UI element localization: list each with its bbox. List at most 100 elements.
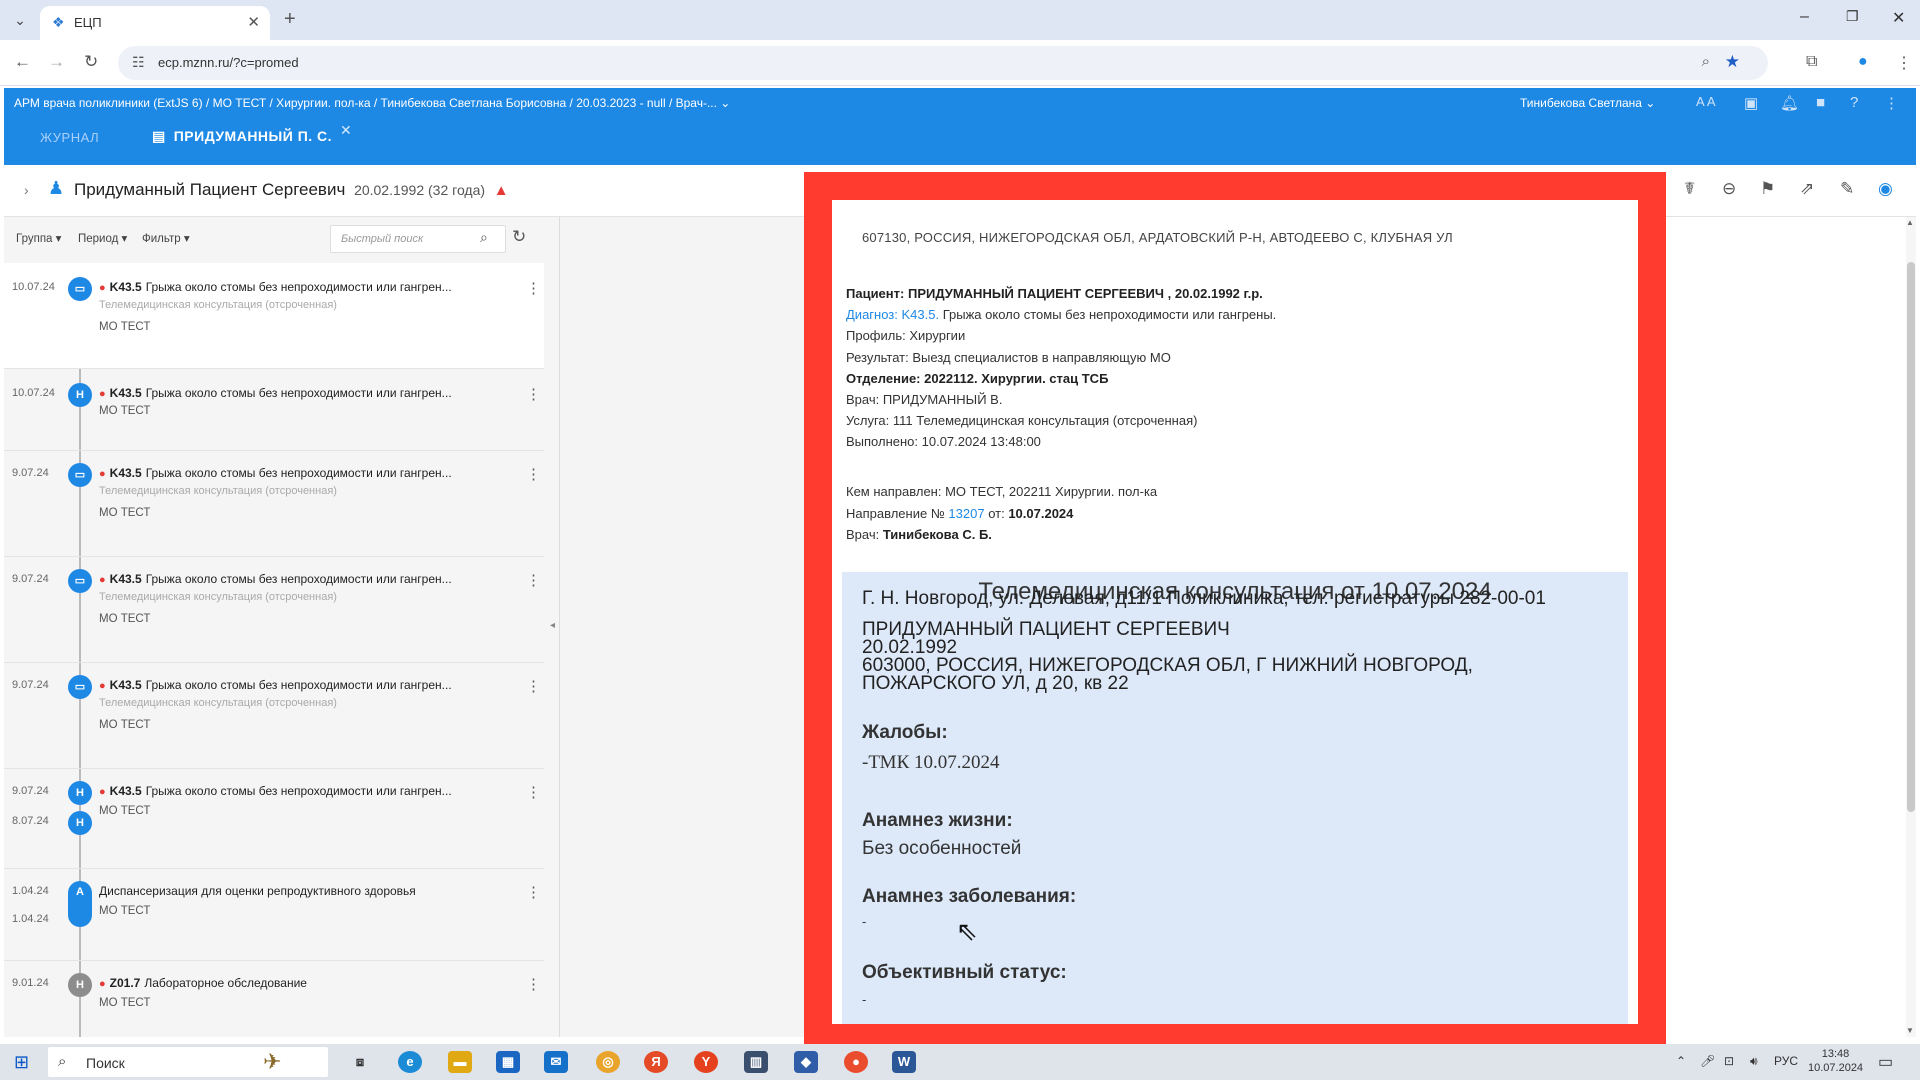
calculator-icon[interactable]: ▥: [744, 1051, 768, 1073]
alert-dot-icon: ●: [99, 978, 106, 990]
list-item[interactable]: 9.01.24 H ● Z01.7 Лабораторное обследовани…: [4, 961, 544, 1037]
volume-icon[interactable]: 🔊︎: [1750, 1054, 1758, 1069]
scroll-up-arrow-icon[interactable]: ▲: [1906, 218, 1914, 227]
extensions-icon[interactable]: ⧉: [1806, 53, 1817, 71]
user-menu[interactable]: Тинибекова Светлана ⌄: [1520, 96, 1655, 110]
browser-tab[interactable]: ❖ ЕЦП ✕: [40, 6, 270, 40]
restore-icon[interactable]: ❐: [1846, 8, 1859, 25]
windows-start-icon[interactable]: ⊞: [14, 1052, 29, 1073]
list-item[interactable]: 9.07.24 ▭ ● K43.5 Грыжа около стомы без не…: [4, 451, 544, 557]
notifications-icon[interactable]: ▭: [1878, 1052, 1893, 1072]
entry-menu-icon[interactable]: ⋮: [526, 571, 541, 589]
forward-icon[interactable]: →: [48, 52, 65, 72]
chrome-icon[interactable]: ◎: [596, 1051, 620, 1073]
browser-menu-icon[interactable]: ⋮: [1896, 53, 1912, 73]
site-info-icon[interactable]: ☷: [132, 54, 145, 71]
tab-patient[interactable]: ▤ ПРИДУМАННЫЙ П. С.: [152, 128, 332, 145]
microphone-icon[interactable]: 🎤︎: [1700, 1054, 1715, 1068]
search-icon[interactable]: ⌕: [480, 229, 488, 246]
breadcrumb[interactable]: АРМ врача поликлиники (ExtJS 6) / МО ТЕС…: [14, 96, 730, 110]
expand-chevron-icon[interactable]: ›: [24, 182, 29, 198]
tab-journal[interactable]: ЖУРНАЛ: [40, 130, 99, 145]
clock-time: 13:48: [1821, 1048, 1850, 1060]
no-entry-icon[interactable]: ⊖: [1722, 179, 1736, 199]
hospital-icon: H: [68, 383, 92, 407]
entry-menu-icon[interactable]: ⋮: [526, 975, 541, 993]
edit-icon[interactable]: ✎: [1840, 179, 1854, 199]
reload-icon[interactable]: ↻: [84, 52, 98, 72]
complaints-value: -ТМК 10.07.2024: [862, 752, 1000, 773]
profile-icon[interactable]: ●: [1858, 53, 1868, 71]
period-filter[interactable]: Период ▾: [78, 231, 127, 245]
refresh-icon[interactable]: ↻: [512, 227, 526, 247]
taskbar-search[interactable]: ⌕ Поиск ✈: [48, 1047, 328, 1077]
bell-icon[interactable]: 🔔︎: [1780, 94, 1799, 112]
entry-menu-icon[interactable]: ⋮: [526, 279, 541, 297]
back-icon[interactable]: ←: [14, 52, 31, 72]
new-tab-button[interactable]: +: [284, 8, 296, 31]
list-item[interactable]: 10.07.24 ▭ ● K43.5 Грыжа около стомы без н…: [4, 263, 544, 369]
entry-title-text: Грыжа около стомы без непроходимости или…: [145, 784, 452, 798]
scrollbar-thumb[interactable]: [1907, 262, 1915, 812]
diagnosis-code-link[interactable]: K43.5.: [902, 307, 940, 322]
list-item[interactable]: 9.07.24 8.07.24 H H ● K43.5 Грыжа около ст…: [4, 769, 544, 869]
entry-menu-icon[interactable]: ⋮: [526, 883, 541, 901]
entry-menu-icon[interactable]: ⋮: [526, 385, 541, 403]
store-icon[interactable]: ▦: [496, 1051, 520, 1073]
app-icon[interactable]: ◆: [794, 1051, 818, 1073]
calendar-icon[interactable]: ▣: [1744, 94, 1758, 112]
tab-list-dropdown[interactable]: ⌄: [10, 10, 30, 30]
list-item[interactable]: 10.07.24 H ● K43.5 Грыжа около стомы без н…: [4, 369, 544, 451]
list-item[interactable]: 9.07.24 ▭ ● K43.5 Грыжа около стомы без не…: [4, 663, 544, 769]
diagnosis-text: Грыжа около стомы без непроходимости или…: [942, 307, 1277, 322]
close-patient-tab-icon[interactable]: ✕: [340, 122, 352, 139]
entry-subtitle: Телемедицинская консультация (отсроченна…: [99, 697, 337, 709]
help-icon[interactable]: ?: [1850, 94, 1858, 111]
explorer-icon[interactable]: ▬: [448, 1051, 472, 1073]
close-window-icon[interactable]: ✕: [1892, 8, 1905, 28]
entry-title-text: Грыжа около стомы без непроходимости или…: [145, 466, 452, 480]
language-indicator[interactable]: РУС: [1774, 1054, 1798, 1068]
clock[interactable]: 13:48 10.07.2024: [1808, 1047, 1863, 1075]
edge-icon[interactable]: e: [398, 1051, 422, 1073]
entry-menu-icon[interactable]: ⋮: [526, 465, 541, 483]
list-item[interactable]: 9.07.24 ▭ ● K43.5 Грыжа около стомы без не…: [4, 557, 544, 663]
task-view-icon[interactable]: ⧈: [348, 1051, 372, 1073]
app-menu-icon[interactable]: ⋮: [1884, 94, 1899, 112]
network-icon[interactable]: ⊡: [1724, 1054, 1734, 1068]
entry-date: 9.01.24: [12, 977, 49, 989]
mouse-cursor-icon: ⇖: [956, 916, 978, 946]
tray-chevron-icon[interactable]: ⌃: [1676, 1054, 1686, 1068]
warning-icon[interactable]: ▲: [494, 182, 509, 199]
life-history-heading: Анамнез жизни:: [862, 810, 1013, 831]
zoom-icon[interactable]: ⌕: [1702, 53, 1710, 70]
group-filter[interactable]: Группа ▾: [16, 231, 61, 245]
user-name: Тинибекова Светлана: [1520, 96, 1642, 110]
filter-dropdown[interactable]: Фильтр ▾: [142, 231, 190, 245]
globe-icon[interactable]: ◉: [1878, 179, 1893, 199]
referral-number-link[interactable]: 13207: [948, 506, 984, 521]
url-field[interactable]: ☷ ecp.mznn.ru/?c=promed ⌕ ★: [118, 46, 1768, 80]
close-tab-icon[interactable]: ✕: [247, 13, 260, 31]
letter-a-icon: A: [68, 881, 92, 927]
flag-icon[interactable]: ⚑: [1760, 179, 1775, 199]
scroll-down-arrow-icon[interactable]: ▼: [1906, 1026, 1914, 1035]
word-icon[interactable]: W: [892, 1051, 916, 1073]
entry-code: K43.5: [109, 784, 142, 798]
collapse-panel-handle[interactable]: ◂: [550, 620, 555, 631]
stethoscope-icon[interactable]: ☤: [1684, 179, 1695, 199]
minimize-icon[interactable]: –: [1800, 8, 1809, 26]
video-icon: ▭: [68, 675, 92, 699]
font-size-icon[interactable]: A A: [1696, 94, 1716, 109]
mail-icon[interactable]: ✉: [544, 1051, 568, 1073]
list-item[interactable]: 1.04.24 1.04.24 A Диспансеризация для оц…: [4, 869, 544, 961]
chrome-alt-icon[interactable]: ●: [844, 1051, 868, 1073]
bookmark-star-icon[interactable]: ★: [1725, 52, 1740, 72]
yandex-browser-icon[interactable]: Y: [694, 1051, 718, 1073]
video-call-icon[interactable]: ■: [1816, 94, 1825, 111]
objective-status-value: -: [862, 992, 867, 1007]
entry-menu-icon[interactable]: ⋮: [526, 783, 541, 801]
yandex-icon[interactable]: Я: [644, 1051, 668, 1073]
entry-menu-icon[interactable]: ⋮: [526, 677, 541, 695]
open-external-icon[interactable]: ⇗: [1800, 179, 1814, 199]
